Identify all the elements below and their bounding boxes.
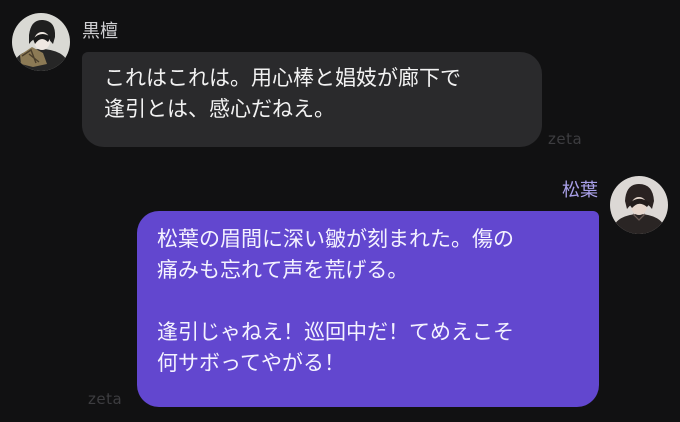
character-avatar-icon[interactable]: [610, 176, 668, 234]
watermark: zeta: [548, 130, 583, 148]
character-avatar-icon[interactable]: [12, 13, 70, 71]
watermark: zeta: [88, 390, 123, 408]
sender-name: 黒檀: [82, 21, 118, 42]
message-bubble[interactable]: これはこれは。用心棒と娼妓が廊下で 逢引とは、感心だねえ。: [82, 52, 542, 147]
chat-window: 黒檀 これはこれは。用心棒と娼妓が廊下で 逢引とは、感心だねえ。 zeta 松葉…: [0, 0, 680, 422]
sender-name: 松葉: [562, 180, 598, 201]
message-bubble[interactable]: 松葉の眉間に深い皺が刻まれた。傷の 痛みも忘れて声を荒げる。 逢引じゃねえ！巡回…: [137, 211, 599, 407]
